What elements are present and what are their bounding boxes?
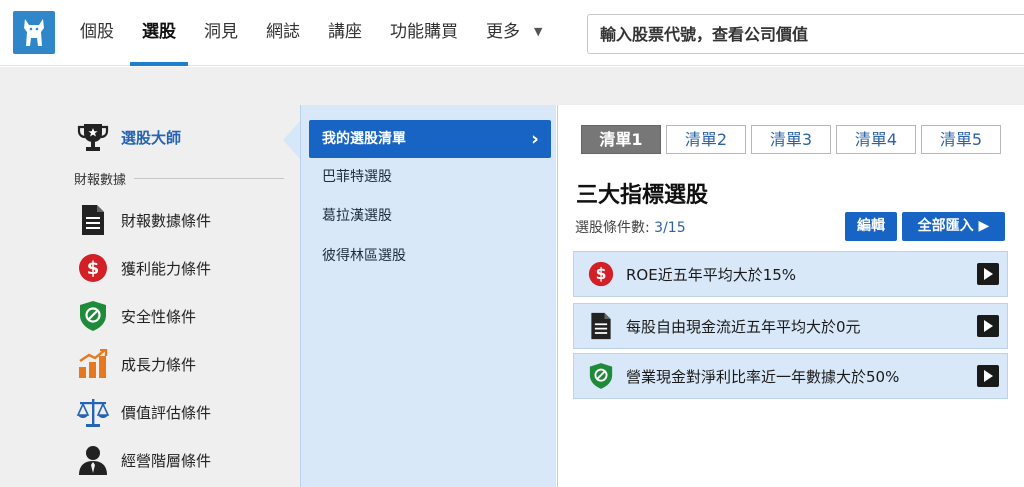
list-item-graham[interactable]: 葛拉漢選股 (309, 197, 551, 235)
criteria-text: 營業現金對淨利比率近一年數據大於50% (626, 367, 900, 386)
svg-text:$: $ (87, 258, 100, 279)
play-icon[interactable] (977, 365, 999, 387)
sidebar-item-label: 經營階層條件 (121, 451, 212, 470)
trophy-icon (74, 118, 112, 156)
main-nav: 個股 選股 洞見 網誌 講座 功能購買 更多 ▼ (66, 0, 556, 66)
top-navigation-bar: 個股 選股 洞見 網誌 講座 功能購買 更多 ▼ (0, 0, 1024, 66)
shield-icon (74, 297, 112, 335)
sidebar-item-label: 價值評估條件 (121, 403, 212, 422)
tab-list-4[interactable]: 清單4 (836, 125, 916, 154)
header-band (0, 67, 1024, 105)
sidebar-item-management[interactable]: 經營階層條件 (74, 441, 211, 479)
nav-item-purchase[interactable]: 功能購買 (376, 0, 472, 66)
stock-search-input[interactable] (587, 14, 1024, 54)
play-icon[interactable] (977, 263, 999, 285)
criteria-count: 選股條件數: 3/15 (575, 217, 686, 237)
criteria-count-value: 3/15 (654, 220, 686, 236)
screen-title: 三大指標選股 (576, 183, 709, 208)
sidebar-item-label: 安全性條件 (121, 307, 197, 326)
list-item-my-screens[interactable]: 我的選股清單 › (309, 120, 551, 158)
tab-list-1[interactable]: 清單1 (581, 125, 661, 154)
selection-pointer (283, 120, 301, 160)
import-all-button[interactable]: 全部匯入 ▶ (902, 212, 1005, 241)
criteria-text: 每股自由現金流近五年平均大於0元 (626, 317, 861, 336)
sidebar-item-label: 選股大師 (121, 128, 182, 147)
sidebar-item-label: 財報數據條件 (121, 211, 212, 230)
document-icon (74, 201, 112, 239)
section-header-financial-data: 財報數據 (74, 169, 284, 189)
tab-list-2[interactable]: 清單2 (666, 125, 746, 154)
criteria-text: ROE近五年平均大於15% (626, 265, 797, 284)
sidebar-item-label: 獲利能力條件 (121, 259, 212, 278)
edit-button[interactable]: 編輯 (845, 212, 897, 241)
dollar-icon: $ (588, 261, 614, 287)
list-tabs: 清單1 清單2 清單3 清單4 清單5 (581, 125, 1006, 154)
sidebar-item-safety[interactable]: 安全性條件 (74, 297, 196, 335)
screen-detail-panel: 清單1 清單2 清單3 清單4 清單5 三大指標選股 選股條件數: 3/15 編… (557, 105, 1024, 487)
list-item-buffett[interactable]: 巴菲特選股 (309, 158, 551, 196)
chevron-right-icon: › (531, 128, 539, 150)
shield-icon (588, 363, 614, 389)
nav-item-blog[interactable]: 網誌 (252, 0, 314, 66)
nav-item-more[interactable]: 更多 ▼ (472, 0, 556, 66)
dollar-icon: $ (74, 249, 112, 287)
nav-item-screener[interactable]: 選股 (128, 0, 190, 66)
document-icon (588, 312, 614, 340)
sidebar-item-valuation[interactable]: 價值評估條件 (74, 393, 211, 431)
scales-icon (74, 393, 112, 431)
sidebar-item-label: 成長力條件 (121, 355, 197, 374)
nav-item-stocks[interactable]: 個股 (66, 0, 128, 66)
tab-list-3[interactable]: 清單3 (751, 125, 831, 154)
nav-item-insights[interactable]: 洞見 (190, 0, 252, 66)
play-icon[interactable] (977, 315, 999, 337)
sidebar-item-profitability[interactable]: $ 獲利能力條件 (74, 249, 211, 287)
criteria-count-label: 選股條件數: (575, 220, 650, 236)
criteria-row[interactable]: $ ROE近五年平均大於15% (573, 251, 1008, 297)
manager-icon (74, 441, 112, 479)
sidebar-item-growth[interactable]: 成長力條件 (74, 345, 196, 383)
tab-list-5[interactable]: 清單5 (921, 125, 1001, 154)
nav-item-seminars[interactable]: 講座 (314, 0, 376, 66)
svg-text:$: $ (596, 265, 607, 283)
list-item-peter-lynch[interactable]: 彼得林區選股 (309, 237, 551, 275)
sidebar: 選股大師 財報數據 財報數據條件 $ 獲利能力條件 安全性條件 成長力條件 價值… (0, 105, 301, 487)
sidebar-item-stock-master[interactable]: 選股大師 (74, 118, 181, 156)
growth-chart-icon (74, 345, 112, 383)
criteria-row[interactable]: 營業現金對淨利比率近一年數據大於50% (573, 353, 1008, 399)
sidebar-item-financial-data[interactable]: 財報數據條件 (74, 201, 211, 239)
dog-logo-icon (24, 18, 44, 46)
criteria-row[interactable]: 每股自由現金流近五年平均大於0元 (573, 303, 1008, 349)
section-header-label: 財報數據 (74, 169, 135, 188)
site-logo[interactable] (13, 11, 55, 54)
caret-down-icon: ▼ (534, 25, 543, 38)
screen-list-panel: 我的選股清單 › 巴菲特選股 葛拉漢選股 彼得林區選股 (300, 105, 556, 487)
